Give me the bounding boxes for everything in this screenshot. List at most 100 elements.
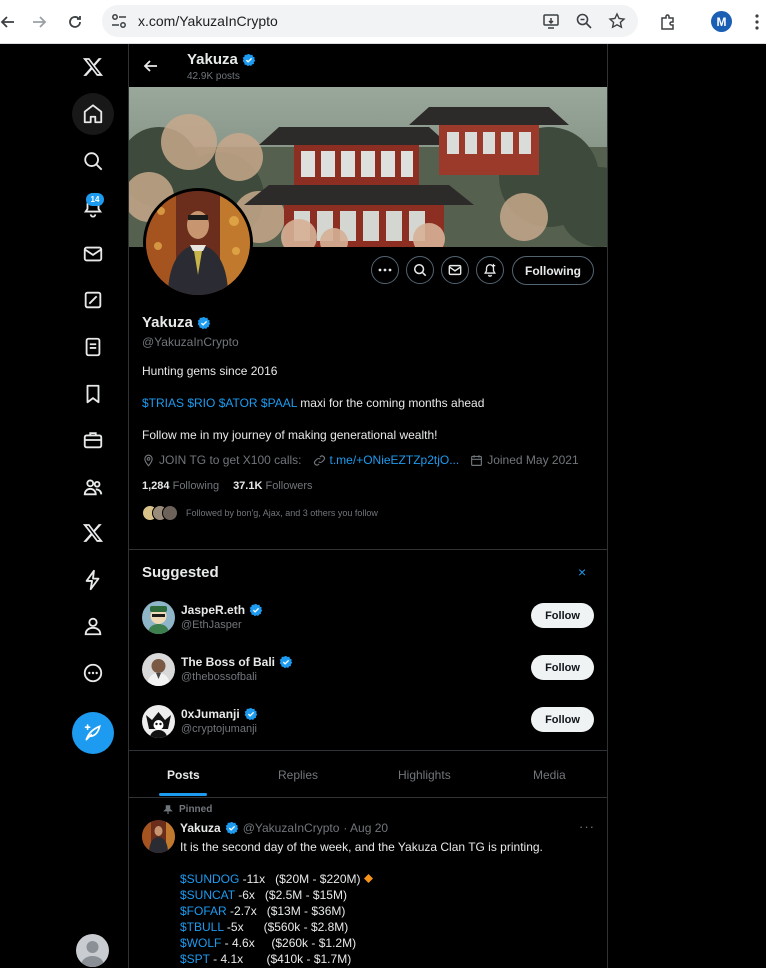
account-avatar[interactable] [76, 934, 109, 967]
profile-meta-row: JOIN TG to get X100 calls: t.me/+ONieEZT… [142, 453, 579, 467]
bio-line-2-text: maxi for the coming months ahead [296, 396, 485, 410]
suggested-avatar[interactable] [142, 601, 175, 634]
url-text[interactable]: x.com/YakuzaInCrypto [138, 13, 278, 29]
suggested-name: JaspeR.eth [181, 603, 263, 617]
ticker-link[interactable]: $WOLF [180, 936, 221, 950]
followers-stat[interactable]: 37.1K Followers [233, 480, 313, 492]
following-label: Following [172, 480, 220, 492]
address-bar[interactable]: x.com/YakuzaInCrypto [102, 5, 638, 37]
more-dots-icon [378, 268, 392, 272]
ticker-stats: -11x ($20M - $220M) [239, 872, 361, 886]
tab-media[interactable]: Media [533, 768, 566, 782]
followed-by-row[interactable]: Followed by bon'g, Ajax, and 3 others yo… [142, 505, 378, 521]
header-name: Yakuza [187, 51, 238, 68]
message-button[interactable] [441, 256, 469, 284]
ticker-link[interactable]: $FOFAR [180, 904, 227, 918]
following-stat[interactable]: 1,284 Following [142, 480, 219, 492]
bookmarks-icon[interactable] [72, 373, 114, 415]
link-icon [313, 454, 325, 466]
post-date[interactable]: · Aug 20 [343, 821, 388, 835]
browser-menu-icon[interactable] [743, 8, 766, 36]
jobs-briefcase-icon[interactable] [72, 419, 114, 461]
back-arrow-icon[interactable] [139, 54, 163, 78]
suggested-avatar[interactable] [142, 705, 175, 738]
site-settings-icon[interactable] [110, 12, 128, 30]
ticker-link[interactable]: $TBULL [180, 920, 224, 934]
suggested-account[interactable]: 0xJumanji @cryptojumanji Follow [142, 705, 594, 741]
forward-arrow-icon[interactable] [25, 8, 53, 36]
back-arrow-icon[interactable] [0, 8, 22, 36]
section-divider [129, 549, 607, 550]
tab-highlights[interactable]: Highlights [398, 768, 451, 782]
ticker-link[interactable]: $SUNCAT [180, 888, 235, 902]
suggested-name: The Boss of Bali [181, 655, 293, 669]
profile-link[interactable]: t.me/+ONieEZTZp2tjO... [330, 453, 460, 467]
home-icon[interactable] [72, 93, 114, 135]
post-author-name[interactable]: Yakuza [180, 821, 221, 835]
following-button[interactable]: Following [512, 256, 594, 285]
suggested-account[interactable]: The Boss of Bali @thebossofbali Follow [142, 653, 594, 689]
communities-icon[interactable] [72, 466, 114, 508]
ticker-stats: - 4.6x ($260k - $1.2M) [221, 936, 357, 950]
messages-envelope-icon[interactable] [72, 233, 114, 275]
premium-x-icon[interactable] [72, 512, 114, 554]
verified-orgs-lightning-icon[interactable] [72, 559, 114, 601]
more-circle-icon[interactable] [72, 652, 114, 694]
verified-badge-icon [244, 707, 257, 721]
tab-replies[interactable]: Replies [278, 768, 318, 782]
browser-profile-avatar[interactable]: M [711, 11, 732, 32]
bookmark-star-icon[interactable] [608, 12, 626, 30]
tab-posts[interactable]: Posts [167, 768, 200, 782]
post-ticker-line: $SPT - 4.1x ($410k - $1.7M) [180, 952, 351, 966]
profile-avatar[interactable] [143, 188, 253, 298]
ticker-stats: -2.7x ($13M - $36M) [226, 904, 346, 918]
post-author-avatar[interactable] [142, 820, 175, 853]
pinned-indicator: Pinned [163, 804, 212, 815]
more-options-button[interactable] [371, 256, 399, 284]
profile-display-name: Yakuza [142, 314, 211, 331]
profile-location: JOIN TG to get X100 calls: [159, 453, 302, 467]
explore-search-icon[interactable] [72, 140, 114, 182]
follow-button[interactable]: Follow [531, 603, 594, 628]
notify-button[interactable] [476, 256, 504, 284]
followers-count: 37.1K [233, 480, 263, 492]
lists-icon[interactable] [72, 326, 114, 368]
post-ticker-line: $FOFAR -2.7x ($13M - $36M) [180, 904, 345, 918]
ticker-stats: - 4.1x ($410k - $1.7M) [209, 952, 352, 966]
follow-button[interactable]: Follow [531, 655, 594, 680]
suggested-avatar[interactable] [142, 653, 175, 686]
grok-icon[interactable] [72, 279, 114, 321]
post-header: Yakuza @YakuzaInCrypto · Aug 20 [180, 821, 388, 835]
section-divider [129, 797, 607, 798]
extensions-icon[interactable] [654, 8, 682, 36]
x-logo-icon[interactable] [72, 46, 114, 88]
profile-person-icon[interactable] [72, 605, 114, 647]
bio-line-1: Hunting gems since 2016 [142, 364, 278, 378]
post-ticker-line: $TBULL -5x ($560k - $2.8M) [180, 920, 348, 934]
suggested-account[interactable]: JaspeR.eth @EthJasper Follow [142, 601, 594, 637]
ticker-link[interactable]: $SPT [180, 952, 210, 966]
install-app-icon[interactable] [542, 12, 560, 30]
profile-name-text: Yakuza [142, 314, 193, 331]
ticker-link[interactable]: $SUNDOG [180, 872, 239, 886]
post-more-icon[interactable]: ··· [579, 819, 595, 834]
bio-line-3: Follow me in my journey of making genera… [142, 428, 438, 442]
bio-tickers-link[interactable]: $TRIAS $RIO $ATOR $PAAL [142, 396, 297, 410]
followers-label: Followers [265, 480, 313, 492]
calendar-icon [471, 454, 483, 466]
compose-feather-icon [84, 724, 101, 741]
follow-button[interactable]: Follow [531, 707, 594, 732]
reload-icon[interactable] [61, 8, 89, 36]
verified-badge-icon [225, 821, 238, 835]
notification-count-badge: 14 [86, 193, 104, 206]
verified-badge-icon [279, 655, 293, 669]
search-profile-button[interactable] [406, 256, 434, 284]
compose-post-button[interactable] [72, 712, 114, 754]
ticker-stats: -5x ($560k - $2.8M) [223, 920, 349, 934]
close-suggested-icon[interactable]: × [578, 564, 586, 580]
post-ticker-line: $SUNCAT -6x ($2.5M - $15M) [180, 888, 347, 902]
post-author-handle[interactable]: @YakuzaInCrypto [243, 821, 340, 835]
verified-badge-icon[interactable] [197, 316, 211, 330]
zoom-icon[interactable] [575, 12, 593, 30]
pinned-label: Pinned [179, 804, 213, 815]
